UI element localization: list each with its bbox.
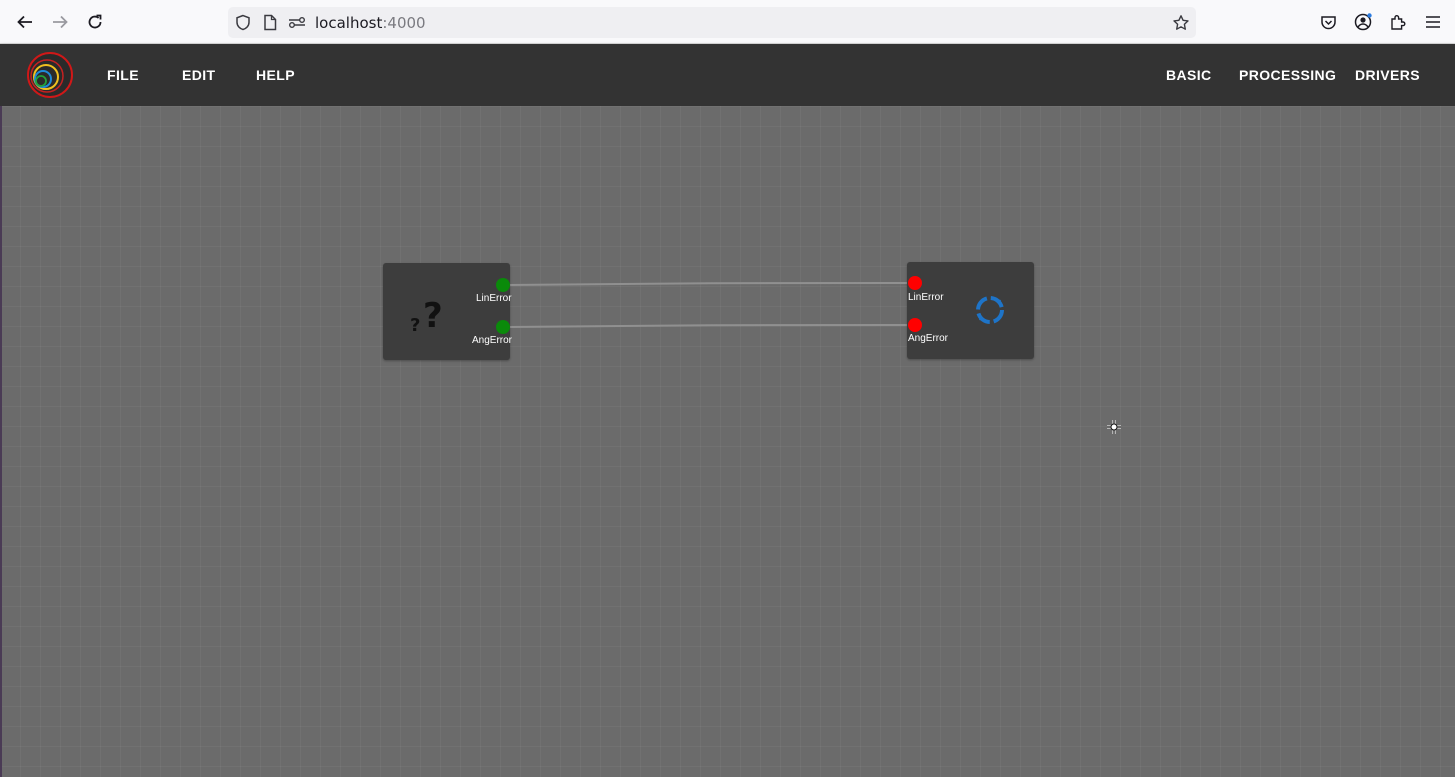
connection-wires — [502, 282, 916, 328]
port-label-angerror: AngError — [472, 335, 513, 346]
wire-linerror — [502, 282, 916, 286]
input-port-angerror[interactable] — [908, 318, 922, 332]
question-mark-icon: ? ? — [409, 291, 449, 336]
output-port-linerror[interactable] — [496, 278, 510, 292]
refresh-circle-icon — [974, 294, 1006, 326]
port-label-linerror: LinError — [476, 293, 512, 304]
source-node[interactable]: ? ? LinError AngError — [383, 263, 513, 360]
svg-text:?: ? — [423, 296, 443, 333]
input-port-linerror[interactable] — [908, 276, 922, 290]
output-port-angerror[interactable] — [496, 320, 510, 334]
port-label-angerror: AngError — [908, 333, 949, 344]
wire-angerror — [502, 324, 916, 328]
svg-text:?: ? — [410, 315, 420, 333]
target-node[interactable]: LinError AngError — [907, 262, 1034, 359]
port-label-linerror: LinError — [908, 292, 944, 303]
move-cursor-icon — [1106, 419, 1122, 435]
